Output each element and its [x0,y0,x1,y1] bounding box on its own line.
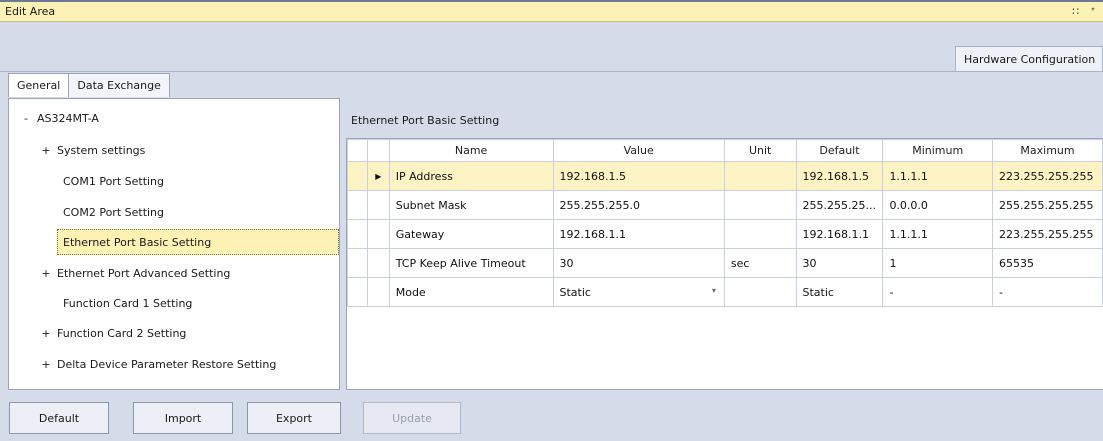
cell-name: IP Address [388,161,554,191]
column-header-minimum[interactable]: Minimum [882,139,993,162]
table-row[interactable]: ▶ IP Address 192.168.1.5 192.168.1.5 1.1… [347,161,1103,191]
cell-value[interactable]: 192.168.1.1 [552,219,725,249]
panel-title: Ethernet Port Basic Setting [351,114,500,127]
cell-minimum: 1 [882,248,993,278]
expand-icon[interactable]: + [39,358,53,371]
tab-general[interactable]: General [8,73,70,97]
cell-maximum: 65535 [991,248,1103,278]
tree-item-ethernet-port-advanced-setting[interactable]: + Ethernet Port Advanced Setting [39,260,230,286]
column-header-unit[interactable]: Unit [723,139,797,162]
parameter-grid: Name Value Unit Default Minimum Maximum … [346,138,1103,390]
expand-icon[interactable]: + [39,144,53,157]
tab-data-exchange[interactable]: Data Exchange [69,73,170,97]
tab-hardware-configuration[interactable]: Hardware Configuration [955,46,1103,71]
cell-unit: sec [723,248,797,278]
dropdown-arrow-icon[interactable]: ▾ [712,286,716,295]
tree-item-system-settings[interactable]: + System settings [39,137,145,163]
grid-header-row: Name Value Unit Default Minimum Maximum [347,139,1103,162]
table-row[interactable]: Subnet Mask 255.255.255.0 255.255.25... … [347,190,1103,220]
tree-item-function-card-1-setting[interactable]: Function Card 1 Setting [63,290,192,316]
column-header-maximum[interactable]: Maximum [991,139,1103,162]
default-button[interactable]: Default [9,402,109,434]
import-button[interactable]: Import [133,402,233,434]
column-header-value[interactable]: Value [552,139,725,162]
cell-default: 30 [795,248,884,278]
cell-name: Subnet Mask [388,190,554,220]
tree-item-com2-port-setting[interactable]: COM2 Port Setting [63,199,164,225]
update-button[interactable]: Update [363,402,461,434]
cell-default: 192.168.1.5 [795,161,884,191]
tree-root-node[interactable]: - AS324MT-A [19,105,99,131]
cell-unit [723,161,797,191]
document-tab-strip: Hardware Configuration [0,22,1103,72]
collapse-icon[interactable]: - [19,112,33,125]
cell-maximum: 223.255.255.255 [991,161,1103,191]
window-title: Edit Area [5,5,56,18]
cell-value-mode-select[interactable]: Static ▾ [552,277,725,307]
cell-unit [723,219,797,249]
parameter-panel: Ethernet Port Basic Setting Name Value U… [346,98,1103,390]
cell-unit [723,190,797,220]
column-header-name[interactable]: Name [388,139,554,162]
table-row[interactable]: Gateway 192.168.1.1 192.168.1.1 1.1.1.1 … [347,219,1103,249]
tree-item-ethernet-port-basic-setting[interactable]: Ethernet Port Basic Setting [57,229,339,255]
cell-maximum: 223.255.255.255 [991,219,1103,249]
cell-minimum: 0.0.0.0 [882,190,993,220]
tree-root-label: AS324MT-A [37,111,99,125]
cell-name: Mode [388,277,554,307]
cell-value[interactable]: 30 [552,248,725,278]
cell-default: Static [795,277,884,307]
cell-name: Gateway [388,219,554,249]
cell-value[interactable]: 255.255.255.0 [552,190,725,220]
expand-icon[interactable]: + [39,327,53,340]
cell-maximum: 255.255.255.255 [991,190,1103,220]
edit-area-title-bar: Edit Area ∷ ᐩ [0,0,1103,22]
export-button[interactable]: Export [247,402,341,434]
sub-tab-strip: General Data Exchange [8,73,170,97]
tree-item-function-card-2-setting[interactable]: + Function Card 2 Setting [39,320,186,346]
expand-icon[interactable]: + [39,267,53,280]
cell-minimum: 1.1.1.1 [882,161,993,191]
cell-default: 192.168.1.1 [795,219,884,249]
pin-icon[interactable]: ∷ ᐩ [1072,5,1099,18]
tree-item-delta-device-parameter-restore-setting[interactable]: + Delta Device Parameter Restore Setting [39,351,276,377]
cell-minimum: 1.1.1.1 [882,219,993,249]
settings-tree: - AS324MT-A + System settings COM1 Port … [8,98,340,390]
table-row[interactable]: TCP Keep Alive Timeout 30 sec 30 1 65535 [347,248,1103,278]
cell-minimum: - [882,277,993,307]
cell-name: TCP Keep Alive Timeout [388,248,554,278]
cell-default: 255.255.25... [795,190,884,220]
cell-value[interactable]: 192.168.1.5 [552,161,725,191]
column-header-default[interactable]: Default [795,139,884,162]
table-row[interactable]: Mode Static ▾ Static - - [347,277,1103,307]
tree-item-com1-port-setting[interactable]: COM1 Port Setting [63,168,164,194]
cell-unit [723,277,797,307]
row-indicator-icon: ▶ [366,161,390,191]
cell-maximum: - [991,277,1103,307]
